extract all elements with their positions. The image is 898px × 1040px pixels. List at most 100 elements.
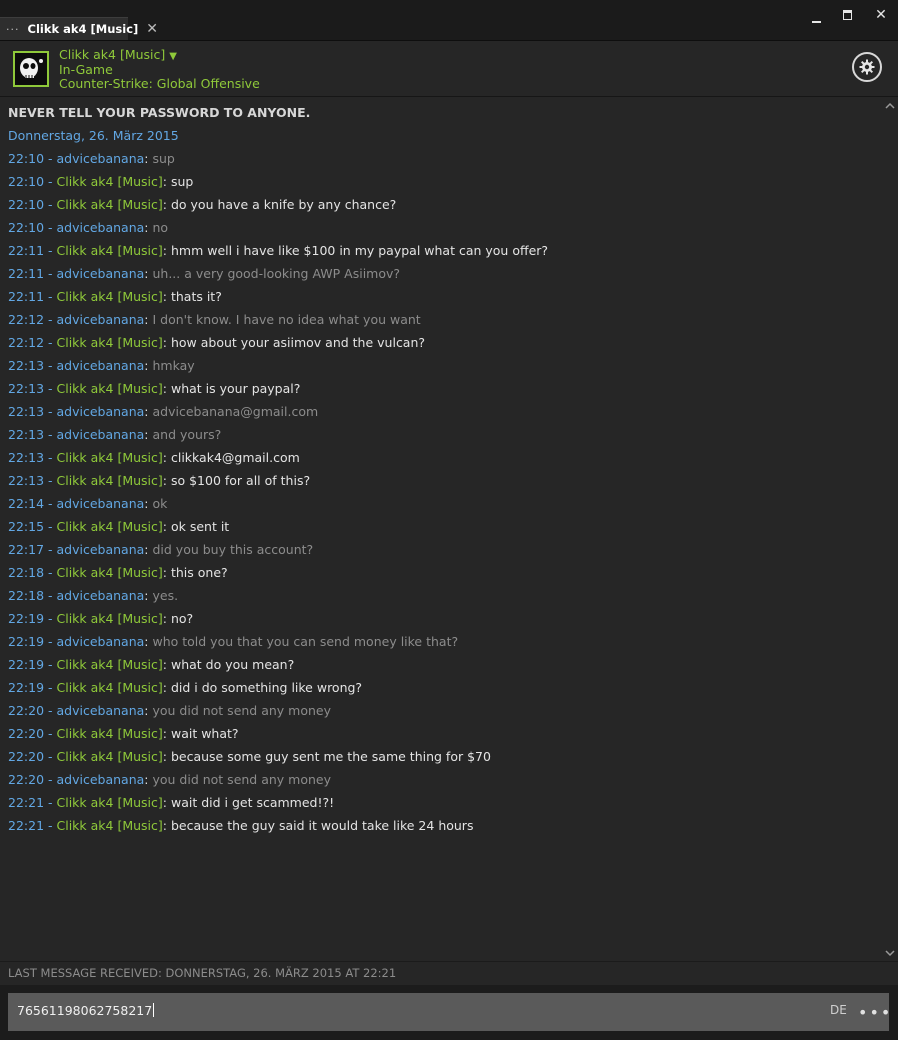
chat-message: 22:13 - Clikk ak4 [Music]: clikkak4@gmai…: [8, 450, 548, 473]
message-separator: -: [44, 772, 57, 787]
message-sender[interactable]: Clikk ak4 [Music]: [57, 795, 163, 810]
message-colon: :: [162, 335, 171, 350]
message-sender[interactable]: advicebanana: [57, 496, 145, 511]
message-time: 22:12: [8, 312, 45, 327]
message-sender[interactable]: Clikk ak4 [Music]: [57, 680, 163, 695]
message-time: 22:19: [8, 680, 45, 695]
security-warning: NEVER TELL YOUR PASSWORD TO ANYONE.: [8, 105, 311, 120]
message-time: 22:19: [8, 611, 45, 626]
scroll-down-button[interactable]: [884, 947, 896, 959]
more-options-button[interactable]: •••: [858, 1003, 892, 1022]
message-sender[interactable]: Clikk ak4 [Music]: [57, 657, 163, 672]
message-sender[interactable]: advicebanana: [57, 404, 145, 419]
message-time: 22:10: [8, 151, 45, 166]
message-sender[interactable]: advicebanana: [57, 427, 145, 442]
scroll-up-button[interactable]: [884, 100, 896, 112]
message-time: 22:19: [8, 634, 45, 649]
message-separator: -: [44, 381, 57, 396]
message-text: what is your paypal?: [170, 381, 301, 396]
message-sender[interactable]: advicebanana: [57, 703, 145, 718]
chat-message: 22:10 - Clikk ak4 [Music]: sup: [8, 174, 548, 197]
chat-message: 22:10 - advicebanana: sup: [8, 151, 548, 174]
message-sender[interactable]: advicebanana: [57, 151, 145, 166]
message-text: wait what?: [170, 726, 239, 741]
message-sender[interactable]: Clikk ak4 [Music]: [57, 243, 163, 258]
chevron-down-icon: ▼: [169, 51, 177, 62]
message-input[interactable]: 76561198062758217 DE •••: [8, 993, 892, 1031]
message-sender[interactable]: advicebanana: [57, 634, 145, 649]
message-separator: -: [44, 266, 57, 281]
message-separator: -: [44, 450, 57, 465]
message-time: 22:20: [8, 772, 45, 787]
message-text: advicebanana@gmail.com: [152, 404, 319, 419]
message-time: 22:21: [8, 818, 45, 833]
message-time: 22:18: [8, 565, 45, 580]
message-separator: -: [44, 289, 57, 304]
friend-name-dropdown[interactable]: Clikk ak4 [Music] ▼: [59, 47, 177, 62]
message-sender[interactable]: Clikk ak4 [Music]: [57, 726, 163, 741]
message-colon: :: [162, 726, 171, 741]
chat-tab[interactable]: ··· Clikk ak4 [Music] ✕: [0, 17, 158, 40]
message-text: what do you mean?: [170, 657, 295, 672]
message-time: 22:19: [8, 657, 45, 672]
message-text: hmm well i have like $100 in my paypal w…: [170, 243, 549, 258]
message-colon: :: [162, 197, 171, 212]
message-separator: -: [44, 818, 57, 833]
chat-message: 22:18 - Clikk ak4 [Music]: this one?: [8, 565, 548, 588]
tab-close-icon[interactable]: ✕: [146, 21, 158, 37]
chat-message: 22:21 - Clikk ak4 [Music]: because the g…: [8, 818, 548, 841]
message-sender[interactable]: advicebanana: [57, 220, 145, 235]
message-separator: -: [44, 220, 57, 235]
message-colon: :: [162, 381, 171, 396]
message-sender[interactable]: Clikk ak4 [Music]: [57, 289, 163, 304]
message-sender[interactable]: Clikk ak4 [Music]: [57, 197, 163, 212]
minimize-button[interactable]: [806, 6, 826, 24]
message-sender[interactable]: Clikk ak4 [Music]: [57, 519, 163, 534]
tab-menu-icon[interactable]: ···: [6, 23, 20, 36]
message-sender[interactable]: Clikk ak4 [Music]: [57, 174, 163, 189]
message-time: 22:14: [8, 496, 45, 511]
message-colon: :: [162, 818, 171, 833]
message-sender[interactable]: advicebanana: [57, 358, 145, 373]
message-sender[interactable]: advicebanana: [57, 772, 145, 787]
message-colon: :: [162, 611, 171, 626]
avatar[interactable]: [13, 51, 49, 87]
chat-log[interactable]: NEVER TELL YOUR PASSWORD TO ANYONE. Donn…: [0, 97, 898, 961]
message-sender[interactable]: Clikk ak4 [Music]: [57, 611, 163, 626]
message-sender[interactable]: advicebanana: [57, 542, 145, 557]
friend-status: In-Game: [59, 62, 113, 77]
message-sender[interactable]: Clikk ak4 [Music]: [57, 473, 163, 488]
chat-message: 22:19 - Clikk ak4 [Music]: what do you m…: [8, 657, 548, 680]
message-sender[interactable]: advicebanana: [57, 266, 145, 281]
message-separator: -: [44, 496, 57, 511]
message-time: 22:17: [8, 542, 45, 557]
chat-message: 22:18 - advicebanana: yes.: [8, 588, 548, 611]
message-sender[interactable]: Clikk ak4 [Music]: [57, 818, 163, 833]
message-time: 22:13: [8, 473, 45, 488]
message-text: thats it?: [170, 289, 222, 304]
maximize-button[interactable]: [837, 6, 857, 24]
title-bar: ··· Clikk ak4 [Music] ✕ ✕: [0, 0, 898, 41]
message-sender[interactable]: advicebanana: [57, 588, 145, 603]
message-time: 22:13: [8, 404, 45, 419]
message-time: 22:20: [8, 726, 45, 741]
settings-button[interactable]: [852, 52, 882, 82]
close-button[interactable]: ✕: [871, 6, 891, 24]
chat-message: 22:13 - advicebanana: hmkay: [8, 358, 548, 381]
message-sender[interactable]: Clikk ak4 [Music]: [57, 450, 163, 465]
message-text: sup: [152, 151, 175, 166]
message-sender[interactable]: Clikk ak4 [Music]: [57, 335, 163, 350]
message-colon: :: [162, 680, 171, 695]
message-text: this one?: [170, 565, 228, 580]
message-colon: :: [162, 174, 171, 189]
message-sender[interactable]: Clikk ak4 [Music]: [57, 749, 163, 764]
message-time: 22:21: [8, 795, 45, 810]
minimize-icon: [811, 21, 821, 23]
message-text: wait did i get scammed!?!: [170, 795, 335, 810]
message-sender[interactable]: advicebanana: [57, 312, 145, 327]
message-time: 22:13: [8, 381, 45, 396]
message-sender[interactable]: Clikk ak4 [Music]: [57, 565, 163, 580]
message-text: so $100 for all of this?: [170, 473, 311, 488]
message-separator: -: [44, 312, 57, 327]
message-sender[interactable]: Clikk ak4 [Music]: [57, 381, 163, 396]
